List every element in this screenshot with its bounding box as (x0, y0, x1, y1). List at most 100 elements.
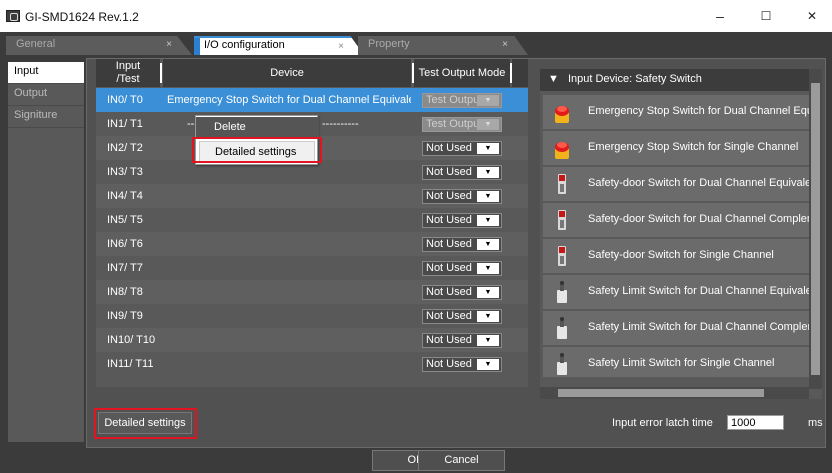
minimize-button[interactable]: – (700, 4, 740, 28)
collapse-arrow-icon[interactable]: ▼ (548, 73, 559, 85)
col-header-io-line2: /Test (116, 73, 140, 85)
library-item-label: Safety-door Switch for Single Channel (588, 249, 774, 261)
library-item[interactable]: Emergency Stop Switch for Single Channel (543, 131, 811, 165)
tab-io-configuration[interactable]: I/O configuration × (194, 36, 364, 55)
mode-value: Test Output (426, 118, 483, 130)
dropdown-arrow-icon: ▼ (477, 95, 499, 106)
scrollbar-thumb[interactable] (558, 389, 764, 397)
test-output-mode-select[interactable]: Not Used ▼ (422, 333, 502, 348)
mode-value: Not Used (426, 310, 472, 322)
dropdown-arrow-icon: ▼ (477, 119, 499, 130)
library-item-label: Safety Limit Switch for Dual Channel Com… (588, 321, 810, 333)
library-item-label: Emergency Stop Switch for Dual Channel E… (588, 105, 810, 117)
col-header-device: Device (163, 59, 411, 87)
test-output-mode-select[interactable]: Not Used ▼ (422, 189, 502, 204)
row-io-label: IN10/ T10 (107, 334, 156, 346)
test-output-mode-select[interactable]: Not Used ▼ (422, 237, 502, 252)
test-output-mode-select[interactable]: Test Output ▼ (422, 117, 502, 132)
library-item[interactable]: Safety-door Switch for Dual Channel Comp… (543, 203, 811, 237)
context-delete-item[interactable]: Delete (196, 117, 319, 139)
col-header-io: Input /Test (96, 59, 160, 87)
test-output-mode-select[interactable]: Not Used ▼ (422, 141, 502, 156)
table-row[interactable]: IN6/ T6 Not Used ▼ (96, 232, 528, 256)
dropdown-arrow-icon: ▼ (477, 359, 499, 370)
table-row[interactable]: IN8/ T8 Not Used ▼ (96, 280, 528, 304)
tab-general[interactable]: General × (6, 36, 192, 55)
library-group-title: Input Device: Safety Switch (567, 73, 702, 85)
test-output-mode-select[interactable]: Not Used ▼ (422, 165, 502, 180)
table-row[interactable]: IN11/ T11 Not Used ▼ (96, 352, 528, 376)
row-io-label: IN8/ T8 (107, 286, 143, 298)
device-library: ▼ Input Device: Safety Switch Emergency … (540, 69, 822, 399)
mode-value: Not Used (426, 334, 472, 346)
test-output-mode-select[interactable]: Not Used ▼ (422, 213, 502, 228)
table-row[interactable]: IN5/ T5 Not Used ▼ (96, 208, 528, 232)
tab-io-label: I/O configuration (204, 39, 285, 51)
tab-property-label: Property (368, 38, 410, 50)
test-output-mode-select[interactable]: Not Used ▼ (422, 309, 502, 324)
sidebar: Input Output Signiture (8, 62, 84, 442)
library-item-label: Safety-door Switch for Dual Channel Comp… (588, 213, 810, 225)
table-row[interactable]: IN7/ T7 Not Used ▼ (96, 256, 528, 280)
dropdown-arrow-icon: ▼ (477, 143, 499, 154)
library-item[interactable]: Safety-door Switch for Single Channel (543, 239, 811, 273)
close-icon[interactable]: × (502, 39, 508, 50)
library-item[interactable]: Safety Limit Switch for Dual Channel Equ… (543, 275, 811, 309)
test-output-mode-select[interactable]: Not Used ▼ (422, 285, 502, 300)
table-row[interactable]: IN10/ T10 Not Used ▼ (96, 328, 528, 352)
io-table: Input /Test Device Test Output Mode IN0/… (96, 59, 528, 387)
close-icon[interactable]: × (166, 39, 172, 50)
maximize-button[interactable]: ☐ (746, 4, 786, 28)
window-title: GI-SMD1624 Rev.1.2 (25, 10, 139, 24)
library-item-label: Safety Limit Switch for Dual Channel Equ… (588, 285, 810, 297)
test-output-mode-select[interactable]: Not Used ▼ (422, 261, 502, 276)
highlight-context-detailed (192, 137, 322, 163)
row-io-label: IN1/ T1 (107, 118, 143, 130)
col-header-spacer (512, 59, 528, 87)
sidebar-item-signiture[interactable]: Signiture (8, 106, 84, 128)
latch-time-unit: ms (808, 417, 823, 429)
row-device-cell[interactable]: Emergency Stop Switch for Dual Channel E… (163, 88, 411, 112)
library-item[interactable]: Safety Limit Switch for Single Channel (543, 347, 811, 377)
close-icon[interactable]: × (338, 41, 344, 52)
table-row[interactable]: IN4/ T4 Not Used ▼ (96, 184, 528, 208)
library-item[interactable]: Emergency Stop Switch for Dual Channel E… (543, 95, 811, 129)
dropdown-arrow-icon: ▼ (477, 167, 499, 178)
library-group-header[interactable]: ▼ Input Device: Safety Switch (540, 69, 810, 91)
library-item[interactable]: Safety-door Switch for Dual Channel Equi… (543, 167, 811, 201)
column-divider[interactable] (160, 63, 162, 83)
tab-general-label: General (16, 38, 56, 50)
row-io-label: IN7/ T7 (107, 262, 143, 274)
test-output-mode-select[interactable]: Not Used ▼ (422, 357, 502, 372)
library-vertical-scrollbar[interactable] (809, 69, 822, 389)
mode-value: Not Used (426, 358, 472, 370)
mode-value: Test Output (426, 94, 483, 106)
tab-property[interactable]: Property × (358, 36, 528, 55)
col-header-io-line1: Input (115, 60, 141, 72)
library-horizontal-scrollbar[interactable] (540, 387, 809, 399)
door-switch-icon (558, 246, 566, 266)
latch-time-input[interactable]: 1000 (727, 415, 784, 430)
dropdown-arrow-icon: ▼ (477, 239, 499, 250)
table-row[interactable]: IN9/ T9 Not Used ▼ (96, 304, 528, 328)
row-io-label: IN5/ T5 (107, 214, 143, 226)
scrollbar-thumb[interactable] (811, 83, 820, 375)
mode-value: Not Used (426, 166, 472, 178)
cancel-button[interactable]: Cancel (418, 450, 505, 471)
test-output-mode-select[interactable]: Test Output ▼ (422, 93, 502, 108)
library-item[interactable]: Safety Limit Switch for Dual Channel Com… (543, 311, 811, 345)
sidebar-item-output[interactable]: Output (8, 84, 84, 106)
door-switch-icon (558, 210, 566, 230)
limit-switch-icon (557, 353, 567, 375)
row-io-label: IN0/ T0 (107, 94, 143, 106)
table-row[interactable]: IN0/ T0 Emergency Stop Switch for Dual C… (96, 88, 528, 112)
tab-bar: General × I/O configuration × Property × (6, 36, 826, 55)
close-button[interactable]: ✕ (792, 4, 832, 28)
library-item-label: Safety Limit Switch for Single Channel (588, 357, 775, 369)
library-item-label: Emergency Stop Switch for Single Channel (588, 141, 799, 153)
mode-value: Not Used (426, 190, 472, 202)
row-io-label: IN11/ T11 (107, 358, 154, 370)
dropdown-arrow-icon: ▼ (477, 191, 499, 202)
sidebar-item-input[interactable]: Input (8, 62, 84, 84)
row-io-label: IN6/ T6 (107, 238, 143, 250)
